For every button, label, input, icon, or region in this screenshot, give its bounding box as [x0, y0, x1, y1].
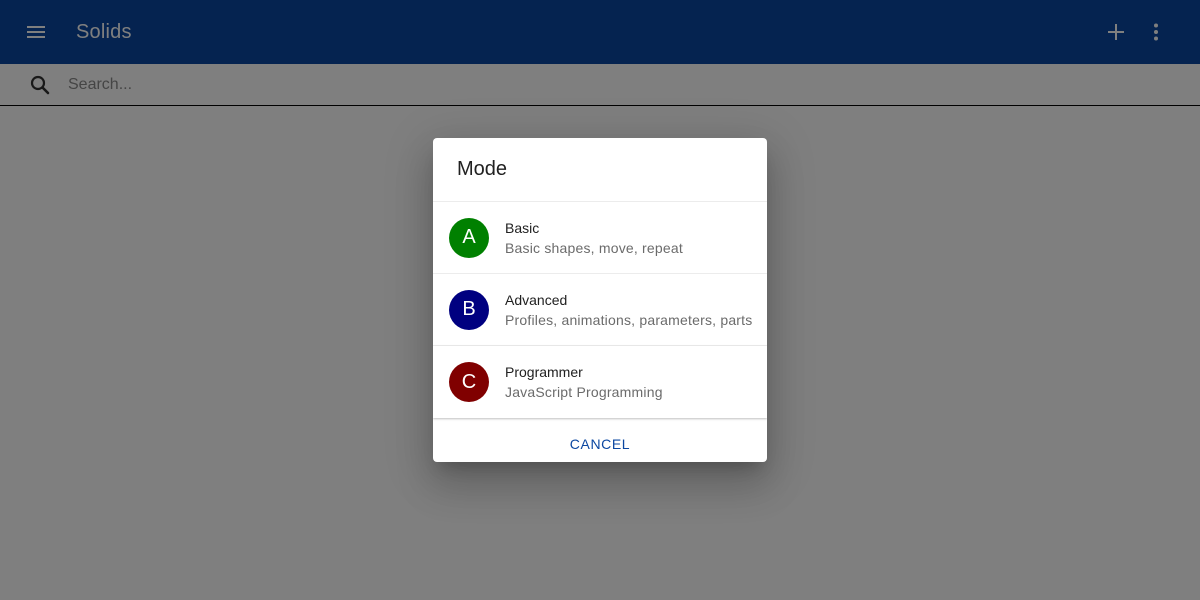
dialog-actions: CANCEL	[433, 418, 767, 462]
option-text: Programmer JavaScript Programming	[505, 362, 663, 402]
option-description: JavaScript Programming	[505, 384, 663, 400]
mode-option-list: A Basic Basic shapes, move, repeat B Adv…	[433, 201, 767, 418]
avatar-letter: C	[461, 370, 477, 393]
option-description: Profiles, animations, parameters, parts	[505, 311, 753, 328]
cancel-button[interactable]: CANCEL	[558, 428, 642, 460]
app-root: Solids Mode	[0, 0, 1200, 600]
avatar-letter: A	[462, 226, 476, 248]
dialog-title: Mode	[457, 158, 508, 180]
avatar: C	[449, 362, 489, 402]
option-label: Advanced	[505, 291, 568, 308]
option-label: Basic	[505, 219, 540, 236]
mode-option-advanced[interactable]: B Advanced Profiles, animations, paramet…	[433, 274, 767, 346]
mode-option-programmer[interactable]: C Programmer JavaScript Programming	[433, 346, 767, 418]
avatar-letter: B	[462, 298, 476, 320]
option-text: Advanced Profiles, animations, parameter…	[505, 290, 752, 330]
avatar: A	[449, 217, 489, 258]
option-description: Basic shapes, move, repeat	[505, 239, 683, 256]
mode-dialog: Mode A Basic Basic shapes, move, repeat …	[433, 138, 767, 462]
option-text: Basic Basic shapes, move, repeat	[505, 218, 683, 258]
mode-option-basic[interactable]: A Basic Basic shapes, move, repeat	[433, 202, 767, 274]
avatar: B	[449, 289, 489, 330]
option-label: Programmer	[505, 364, 583, 380]
